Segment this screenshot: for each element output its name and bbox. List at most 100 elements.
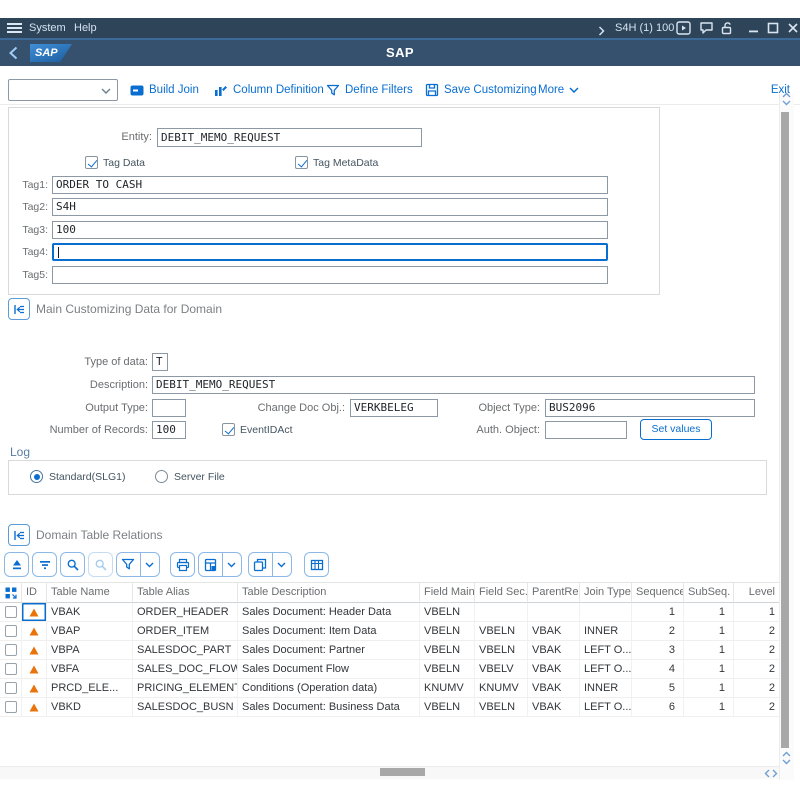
col-header-sequence[interactable]: Sequence [632, 582, 684, 603]
unlock-icon[interactable] [720, 21, 735, 35]
minimize-icon[interactable] [748, 21, 763, 35]
define-filters-button[interactable]: Define Filters [326, 79, 413, 101]
close-icon[interactable] [787, 21, 800, 35]
export-spreadsheet-icon[interactable] [199, 553, 223, 576]
warning-triangle-icon[interactable] [22, 603, 47, 622]
col-header-level[interactable]: Level [734, 582, 784, 603]
warning-triangle-icon[interactable] [22, 641, 47, 660]
maximize-icon[interactable] [767, 21, 782, 35]
filter-menu-chevron-icon[interactable] [141, 553, 159, 576]
tag1-input[interactable]: ORDER TO CASH [52, 176, 608, 194]
views-split-button[interactable] [248, 552, 292, 577]
print-button[interactable] [170, 552, 195, 577]
messages-icon[interactable] [699, 21, 714, 35]
col-header-join-type[interactable]: Join Type [580, 582, 632, 603]
copy-icon[interactable] [249, 553, 273, 576]
scroll-down-icon[interactable] [782, 100, 791, 106]
warning-triangle-icon[interactable] [22, 679, 47, 698]
collapse-section-button[interactable] [8, 298, 30, 320]
output-type-label: Output Type: [85, 402, 148, 414]
menu-system[interactable]: System [29, 18, 66, 38]
entity-input[interactable]: DEBIT_MEMO_REQUEST [157, 128, 422, 147]
more-button[interactable]: More [538, 79, 579, 101]
tag5-input[interactable] [52, 266, 608, 284]
main-customizing-section-title: Main Customizing Data for Domain [36, 302, 223, 316]
save-icon [425, 83, 439, 97]
cell-level: 2 [734, 622, 784, 641]
find-next-button[interactable] [88, 552, 113, 577]
tag4-label: Tag4: [22, 246, 48, 258]
col-header-id[interactable]: ID [22, 582, 47, 603]
cell-join-type: LEFT O... [580, 641, 632, 660]
type-of-data-input[interactable]: T [152, 353, 168, 371]
cell-description: Sales Document: Business Data [238, 698, 420, 717]
log-standard-radio[interactable] [30, 470, 43, 483]
export-split-button[interactable] [198, 552, 242, 577]
change-doc-obj-input[interactable]: VERKBELEG [350, 399, 438, 417]
row-select-checkbox[interactable] [0, 622, 22, 641]
warning-triangle-icon[interactable] [22, 698, 47, 717]
tag4-input[interactable] [52, 243, 608, 261]
eventid-act-checkbox[interactable] [222, 423, 235, 436]
tag2-input[interactable]: S4H [52, 198, 608, 216]
col-header-parentrel[interactable]: ParentRel [528, 582, 580, 603]
tag3-input[interactable]: 100 [52, 221, 608, 239]
gui-services-icon[interactable] [676, 21, 691, 35]
views-menu-chevron-icon[interactable] [273, 553, 291, 576]
variant-combobox[interactable] [8, 79, 118, 101]
row-select-checkbox[interactable] [0, 641, 22, 660]
table-row[interactable]: VBPA SALESDOC_PART Sales Document: Partner… [0, 641, 784, 660]
menu-help[interactable]: Help [74, 18, 97, 38]
log-server-file-radio[interactable] [155, 470, 168, 483]
table-row[interactable]: PRCD_ELE... PRICING_ELEMENTS Conditions (O… [0, 679, 784, 698]
col-header-field-sec[interactable]: Field Sec. [475, 582, 528, 603]
table-settings-button[interactable] [304, 552, 329, 577]
row-select-checkbox[interactable] [0, 698, 22, 717]
scroll-down-bottom-icon[interactable] [782, 759, 791, 765]
sort-descending-button[interactable] [32, 552, 57, 577]
column-definition-button[interactable]: Column Definition [214, 79, 324, 101]
col-header-table-name[interactable]: Table Name [47, 582, 133, 603]
save-customizing-button[interactable]: Save Customizing [425, 79, 537, 101]
table-row[interactable]: VBFA SALES_DOC_FLOW Sales Document Flow VBE… [0, 660, 784, 679]
table-row[interactable]: VBAK ORDER_HEADER Sales Document: Header D… [0, 603, 784, 622]
filter-icon[interactable] [117, 553, 141, 576]
table-row[interactable]: VBAP ORDER_ITEM Sales Document: Item Data V… [0, 622, 784, 641]
object-type-input[interactable]: BUS2096 [545, 399, 755, 417]
eventid-act-label: EventIDAct [240, 424, 293, 436]
hamburger-menu-icon[interactable] [7, 23, 22, 34]
col-header-table-description[interactable]: Table Description [238, 582, 420, 603]
col-header-field-main[interactable]: Field Main [420, 582, 475, 603]
find-button[interactable] [60, 552, 85, 577]
output-type-input[interactable] [152, 399, 186, 417]
scroll-right-icon[interactable] [772, 769, 778, 778]
tag-metadata-checkbox[interactable] [295, 156, 308, 169]
description-input[interactable]: DEBIT_MEMO_REQUEST [152, 376, 755, 394]
filter-split-button[interactable] [116, 552, 160, 577]
warning-triangle-icon[interactable] [22, 660, 47, 679]
collapse-relations-button[interactable] [8, 524, 30, 546]
col-header-subseq[interactable]: SubSeq. [684, 582, 734, 603]
table-row[interactable]: VBKD SALESDOC_BUSN Sales Document: Busines… [0, 698, 784, 717]
set-values-button[interactable]: Set values [640, 419, 712, 440]
scroll-left-icon[interactable] [764, 769, 770, 778]
row-select-checkbox[interactable] [0, 679, 22, 698]
horizontal-scrollbar-thumb[interactable] [380, 768, 425, 776]
col-header-table-alias[interactable]: Table Alias [133, 582, 238, 603]
scroll-up-bottom-icon[interactable] [782, 751, 791, 757]
select-all-icon[interactable] [0, 582, 22, 603]
row-select-checkbox[interactable] [0, 660, 22, 679]
row-select-checkbox[interactable] [0, 603, 22, 622]
tag-data-checkbox[interactable] [85, 156, 98, 169]
build-join-button[interactable]: Build Join [130, 79, 199, 101]
number-of-records-input[interactable]: 100 [152, 421, 186, 439]
sort-ascending-button[interactable] [4, 552, 29, 577]
scroll-up-icon[interactable] [782, 92, 791, 98]
vertical-scrollbar-thumb[interactable] [781, 112, 789, 748]
cell-join-type: LEFT O... [580, 698, 632, 717]
log-server-file-label: Server File [174, 471, 225, 483]
export-menu-chevron-icon[interactable] [223, 553, 241, 576]
auth-object-input[interactable] [545, 421, 627, 439]
warning-triangle-icon[interactable] [22, 622, 47, 641]
chevron-right-icon[interactable] [598, 23, 613, 37]
